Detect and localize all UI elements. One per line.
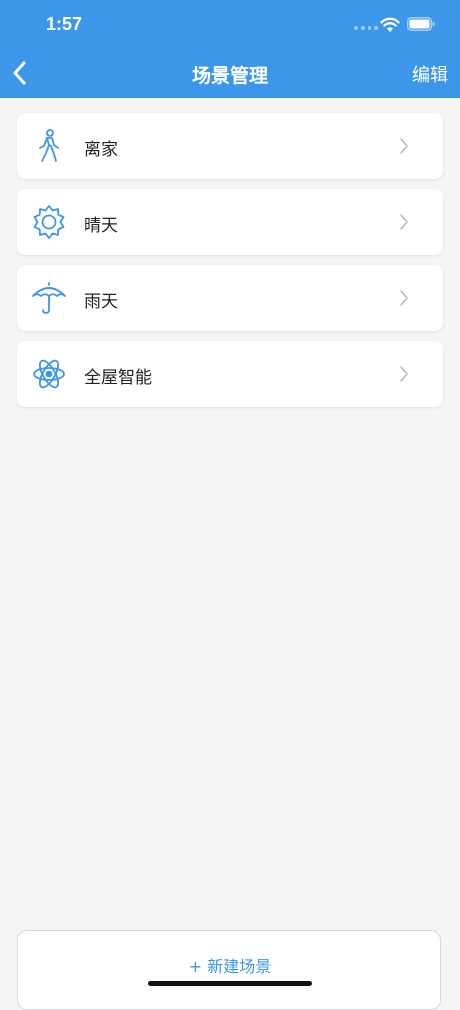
nav-bar: 场景管理 编辑 <box>0 50 460 98</box>
scene-label: 晴天 <box>84 216 118 236</box>
sun-icon <box>33 205 65 239</box>
status-bar: 1:57 <box>0 0 460 50</box>
umbrella-icon <box>32 282 66 314</box>
walking-person-icon <box>39 129 59 162</box>
page-title: 场景管理 <box>191 65 268 87</box>
new-scene-button[interactable]: + 新建场景 <box>18 953 442 977</box>
cellular-signal-icon <box>354 26 378 30</box>
new-scene-panel: + 新建场景 <box>17 930 441 1010</box>
battery-icon <box>407 17 435 31</box>
scene-list: 离家 晴天 雨天 全屋智能 <box>17 113 443 417</box>
scene-item-away[interactable]: 离家 <box>17 113 443 179</box>
chevron-right-icon <box>400 366 408 382</box>
scene-label: 全屋智能 <box>84 368 152 388</box>
atom-icon <box>33 359 65 389</box>
wifi-icon <box>380 17 400 32</box>
status-time: 1:57 <box>46 14 83 34</box>
scene-label: 离家 <box>84 140 118 160</box>
home-indicator <box>148 981 312 986</box>
scene-item-whole-home[interactable]: 全屋智能 <box>17 341 443 407</box>
scene-item-rainy[interactable]: 雨天 <box>17 265 443 331</box>
edit-button[interactable]: 编辑 <box>412 61 448 87</box>
scene-item-sunny[interactable]: 晴天 <box>17 189 443 255</box>
chevron-right-icon <box>400 214 408 230</box>
header: 1:57 场景管理 编辑 <box>0 0 460 98</box>
chevron-right-icon <box>400 138 408 154</box>
scene-label: 雨天 <box>84 292 118 312</box>
chevron-right-icon <box>400 290 408 306</box>
